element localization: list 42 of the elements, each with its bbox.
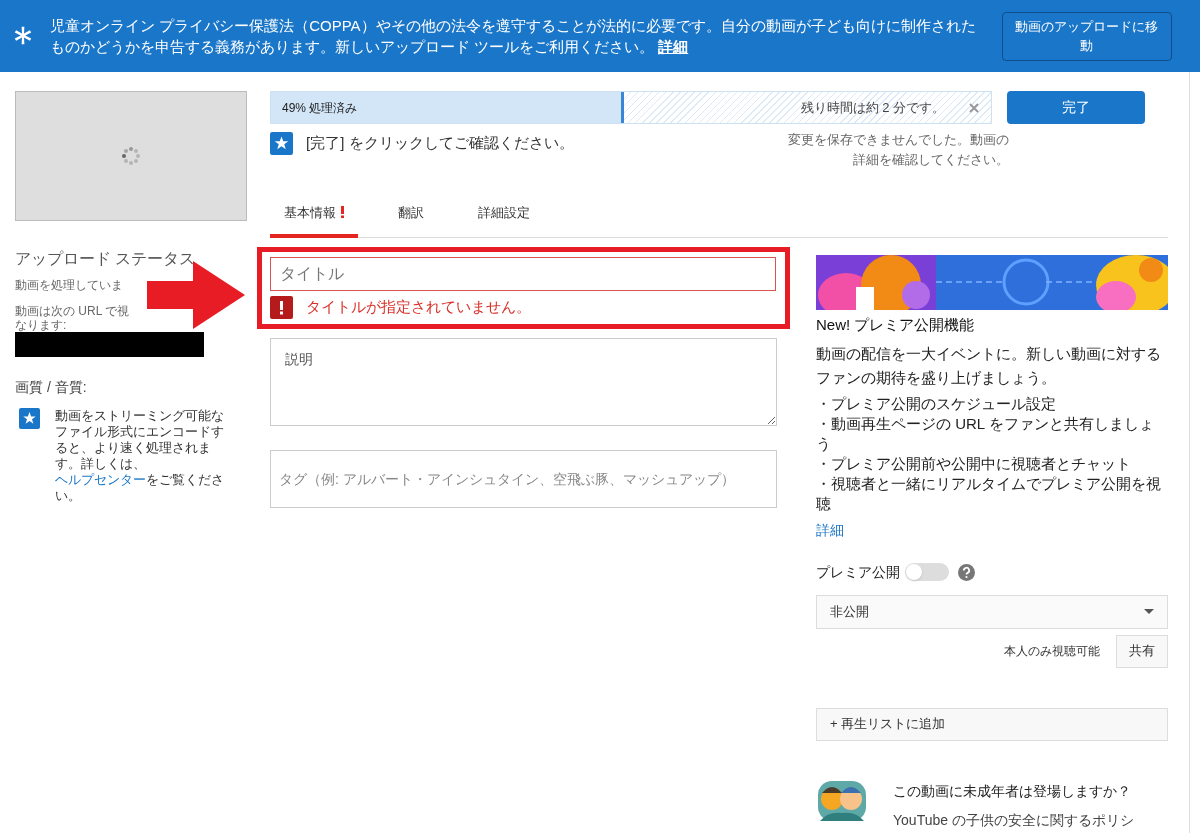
banner-text: 児童オンライン プライバシー保護法（COPPA）やその他の法令を遵守することが法的に必要です。自分の動画が子ども向けに制作されたものかどうかを申告する義務があります。新しいアップロード ツールをご利用ください。 詳細 (50, 16, 977, 57)
policy-text: YouTube の子供の安全に関するポリシ (893, 810, 1134, 830)
tab[interactable]: 詳細設定 (464, 192, 544, 238)
time-remaining: 残り時間は約 2 分です。 (800, 98, 945, 117)
details-link[interactable]: 詳細 (658, 38, 689, 55)
promo-description: 動画の配信を一大イベントに。新しい動画に対するファンの期待を盛り上げましょう。 (816, 343, 1162, 388)
status-text: なります: (15, 318, 68, 332)
encoding-tip: 動画をストリーミング可能なファイル形式にエンコードすると、より速く処理されます。詳しくは、 ヘルプセンターをご覧ください。 (55, 408, 225, 504)
status-text: 動画を処理していま (15, 277, 124, 294)
quality-heading: 画質 / 音質: (15, 378, 88, 397)
description-field[interactable]: 説明 (270, 338, 777, 426)
feature-item: ・プレミア公開のスケジュール設定 (816, 393, 1057, 414)
tags-field[interactable]: タグ（例: アルバート・アインシュタイン、空飛ぶ豚、マッシュアップ） (270, 450, 777, 508)
go-to-upload-button[interactable]: 動画のアップロードに移動 (1001, 11, 1172, 61)
visibility-note: 本人のみ視聴可能 (1004, 643, 1100, 660)
tab[interactable]: 翻訳 (384, 192, 438, 238)
progress-label: 49% 処理済み (282, 99, 358, 117)
title-field[interactable]: タイトル (270, 257, 776, 291)
premiere-label: プレミア公開 (816, 562, 900, 582)
premiere-toggle[interactable] (905, 563, 949, 581)
status-heading: アップロード ステータス (15, 249, 197, 269)
save-error-text: 変更を保存できませんでした。動画の詳細を確認してください。 (787, 131, 1010, 169)
feature-item: ・視聴者と一緒にリアルタイムでプレミア公開を視聴 (816, 473, 1162, 514)
loading-spinner-icon (121, 146, 141, 166)
feature-item: ・動画再生ページの URL をファンと共有しましょう (816, 413, 1155, 454)
help-center-link[interactable]: ヘルプセンター (55, 473, 146, 487)
status-text: 動画は次の URL で視 (15, 304, 131, 318)
tab[interactable]: 基本情報 (270, 192, 358, 238)
caret-icon (1144, 609, 1154, 614)
help-icon[interactable] (958, 563, 975, 581)
add-to-playlist-button[interactable]: + 再生リストに追加 (816, 707, 1168, 741)
error-icon (270, 296, 293, 319)
share-button[interactable]: 共有 (1116, 634, 1168, 668)
title-error-message: タイトルが指定されていません。 (306, 297, 531, 318)
promo-title: New! プレミア公開機能 (816, 315, 976, 335)
close-icon[interactable] (969, 102, 979, 113)
done-button[interactable]: 完了 (1007, 91, 1145, 124)
feature-item: ・プレミア公開前や公開中に視聴者とチャット (816, 453, 1132, 474)
details-link[interactable]: 詳細 (816, 519, 1168, 541)
minors-question: この動画に未成年者は登場しますか？ (893, 781, 1132, 801)
confirm-notice: [完了] をクリックしてご確認ください。 (306, 133, 574, 154)
visibility-dropdown[interactable]: 非公開 (816, 594, 1168, 629)
